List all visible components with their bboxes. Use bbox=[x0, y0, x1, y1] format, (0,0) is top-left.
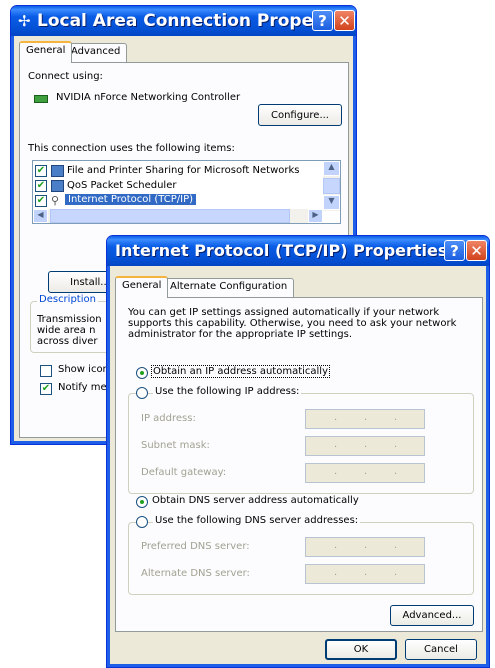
scroll-left-button[interactable]: ◀ bbox=[33, 209, 48, 223]
ok-button[interactable]: OK bbox=[325, 639, 397, 660]
tab-general[interactable]: General bbox=[115, 276, 169, 298]
obtain-dns-auto-label[interactable]: Obtain DNS server address automatically bbox=[152, 495, 359, 506]
item-checkbox[interactable]: ✔ bbox=[35, 180, 47, 192]
octet-dot: . bbox=[364, 466, 368, 477]
tcpip-properties-window: Internet Protocol (TCP/IP) Properties ? … bbox=[106, 235, 490, 668]
h-scroll-thumb[interactable] bbox=[50, 209, 290, 223]
octet-dot: . bbox=[364, 567, 368, 578]
default-gateway-label: Default gateway: bbox=[141, 467, 227, 478]
vertical-scrollbar[interactable]: ▲ ▼ bbox=[323, 161, 340, 211]
connect-using-label: Connect using: bbox=[28, 71, 103, 82]
item-label: QoS Packet Scheduler bbox=[67, 180, 177, 191]
octet-dot: . bbox=[334, 567, 338, 578]
window-title: Local Area Connection Prope... bbox=[37, 11, 333, 31]
title-bar[interactable]: ✢ Local Area Connection Prope... ? ✕ bbox=[11, 6, 356, 36]
file-sharing-icon bbox=[51, 165, 64, 177]
items-label: This connection uses the following items… bbox=[28, 143, 235, 154]
ip-address-label: IP address: bbox=[141, 413, 196, 424]
obtain-ip-auto-radio[interactable] bbox=[136, 367, 148, 379]
network-connection-icon: ✢ bbox=[18, 12, 31, 30]
description-label: Description bbox=[37, 294, 98, 305]
octet-dot: . bbox=[394, 466, 398, 477]
item-checkbox[interactable]: ✔ bbox=[35, 165, 47, 177]
list-item[interactable]: ✔ QoS Packet Scheduler bbox=[35, 179, 315, 194]
octet-dot: . bbox=[394, 567, 398, 578]
general-tab-panel: You can get IP settings assigned automat… bbox=[115, 297, 483, 632]
octet-dot: . bbox=[394, 439, 398, 450]
qos-icon bbox=[51, 180, 64, 192]
ip-address-group: Use the following IP address: IP address… bbox=[128, 386, 474, 494]
scroll-down-button[interactable]: ▼ bbox=[323, 195, 340, 210]
tab-strip: General Alternate Configuration bbox=[115, 276, 415, 298]
obtain-ip-auto-label[interactable]: Obtain an IP address automatically bbox=[150, 365, 331, 378]
tab-general[interactable]: General bbox=[19, 41, 73, 63]
configure-button[interactable]: Configure... bbox=[258, 104, 342, 126]
dns-group: Use the following DNS server addresses: … bbox=[128, 515, 474, 595]
scroll-right-button[interactable]: ▶ bbox=[308, 209, 323, 223]
octet-dot: . bbox=[364, 439, 368, 450]
help-button[interactable]: ? bbox=[444, 240, 465, 261]
preferred-dns-field[interactable]: . . . bbox=[305, 537, 425, 557]
octet-dot: . bbox=[364, 540, 368, 551]
show-icon-label: Show icon bbox=[58, 364, 109, 375]
notify-checkbox[interactable]: ✔ bbox=[40, 383, 52, 395]
alternate-dns-label: Alternate DNS server: bbox=[141, 568, 250, 579]
scroll-up-button[interactable]: ▲ bbox=[323, 161, 340, 176]
preferred-dns-label: Preferred DNS server: bbox=[141, 541, 250, 552]
help-button[interactable]: ? bbox=[312, 10, 333, 31]
protocol-icon: ⚲ bbox=[51, 194, 60, 207]
octet-dot: . bbox=[334, 466, 338, 477]
use-following-ip-radio[interactable] bbox=[136, 387, 148, 399]
item-checkbox[interactable]: ✔ bbox=[35, 195, 47, 207]
octet-dot: . bbox=[394, 540, 398, 551]
list-item[interactable]: ✔ File and Printer Sharing for Microsoft… bbox=[35, 164, 315, 179]
window-title: Internet Protocol (TCP/IP) Properties bbox=[115, 241, 448, 260]
adapter-name: NVIDIA nForce Networking Controller bbox=[56, 92, 241, 103]
tab-advanced[interactable]: Advanced bbox=[64, 43, 128, 62]
tab-alternate-configuration[interactable]: Alternate Configuration bbox=[163, 278, 295, 297]
list-item[interactable]: ✔ ⚲ Internet Protocol (TCP/IP) bbox=[35, 194, 315, 209]
network-card-icon bbox=[34, 95, 48, 103]
horizontal-scrollbar[interactable]: ◀ ▶ bbox=[33, 209, 323, 223]
tab-strip: General Advanced bbox=[19, 41, 319, 63]
description-line: Transmission bbox=[37, 314, 102, 325]
default-gateway-field[interactable]: . . . bbox=[305, 463, 425, 483]
octet-dot: . bbox=[394, 412, 398, 423]
intro-text: You can get IP settings assigned automat… bbox=[128, 307, 457, 340]
octet-dot: . bbox=[364, 412, 368, 423]
scroll-thumb[interactable] bbox=[323, 178, 340, 194]
components-list[interactable]: ✔ File and Printer Sharing for Microsoft… bbox=[32, 160, 341, 224]
octet-dot: . bbox=[334, 540, 338, 551]
cancel-button[interactable]: Cancel bbox=[405, 639, 477, 660]
advanced-button[interactable]: Advanced... bbox=[390, 605, 474, 626]
item-label-selected: Internet Protocol (TCP/IP) bbox=[65, 194, 197, 205]
title-bar[interactable]: Internet Protocol (TCP/IP) Properties ? … bbox=[107, 236, 489, 266]
use-following-dns-radio[interactable] bbox=[136, 516, 148, 528]
close-button[interactable]: ✕ bbox=[334, 10, 355, 31]
use-following-ip-label[interactable]: Use the following IP address: bbox=[153, 386, 302, 397]
ip-address-field[interactable]: . . . bbox=[305, 409, 425, 429]
use-following-dns-label[interactable]: Use the following DNS server addresses: bbox=[153, 515, 361, 526]
octet-dot: . bbox=[334, 439, 338, 450]
obtain-dns-auto-radio[interactable] bbox=[136, 496, 148, 508]
close-button[interactable]: ✕ bbox=[466, 240, 487, 261]
description-line: wide area n bbox=[37, 325, 96, 336]
subnet-mask-field[interactable]: . . . bbox=[305, 436, 425, 456]
octet-dot: . bbox=[334, 412, 338, 423]
item-label: File and Printer Sharing for Microsoft N… bbox=[67, 165, 300, 176]
description-line: across diver bbox=[37, 336, 98, 347]
subnet-mask-label: Subnet mask: bbox=[141, 440, 210, 451]
alternate-dns-field[interactable]: . . . bbox=[305, 564, 425, 584]
show-icon-checkbox[interactable] bbox=[40, 365, 52, 377]
